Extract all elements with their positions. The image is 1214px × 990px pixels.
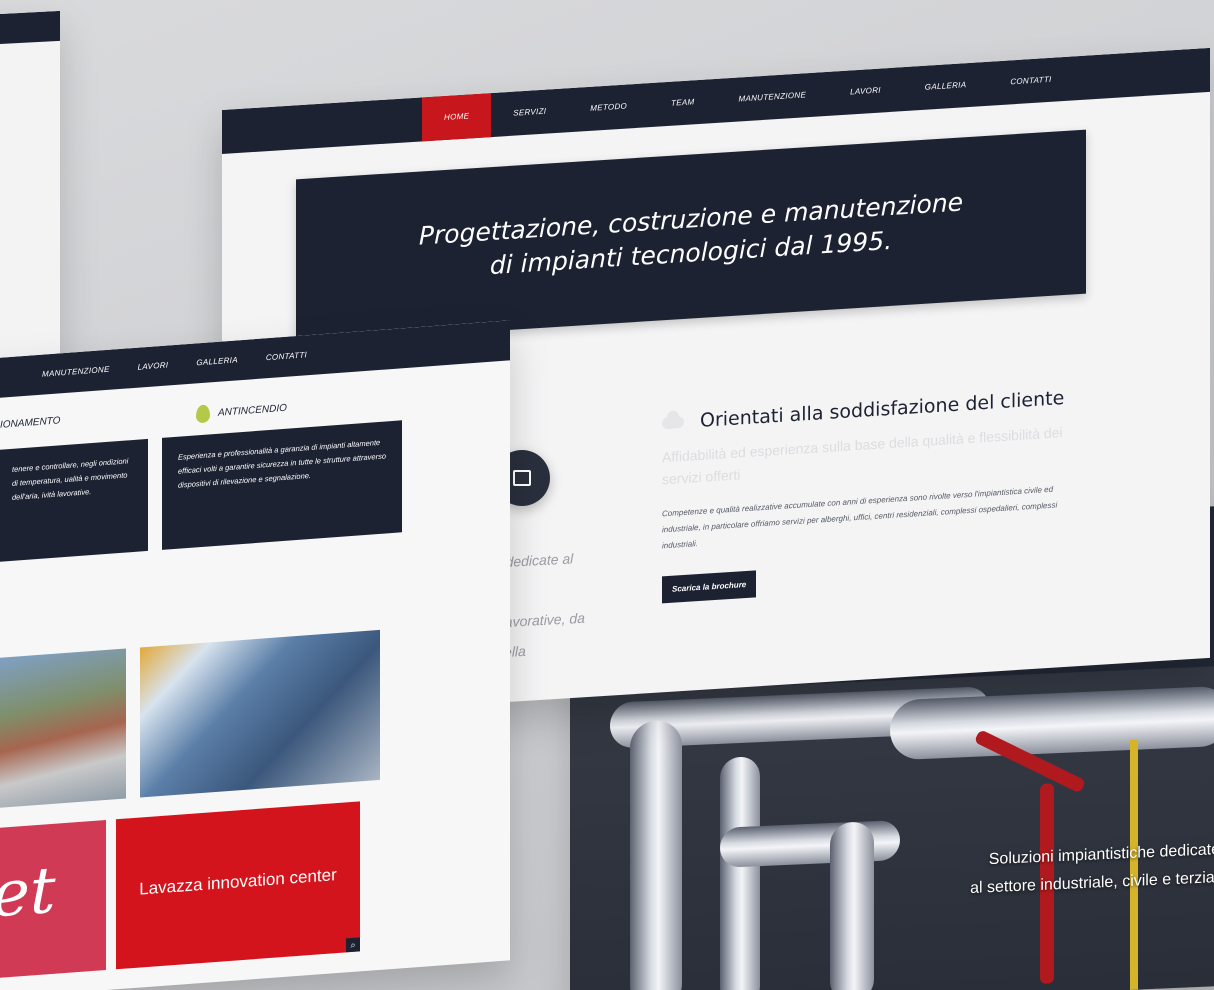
nav-home[interactable]: HOME (422, 93, 492, 142)
front-nav-lavori[interactable]: LAVORI (124, 344, 183, 388)
feature-subtitle: Affidabilità ed esperienza sulla base de… (662, 424, 1063, 488)
gallery-tile-glass-building[interactable] (140, 629, 380, 798)
pipe-vertical-middle (720, 756, 760, 990)
gallery-tile-aerial[interactable] (0, 648, 126, 809)
service-right-card: Esperienza e professionalità a garanzia … (162, 420, 402, 550)
lavazza-caption: Lavazza innovation center (139, 865, 337, 899)
edge-navbar (0, 10, 60, 48)
nav-servizi[interactable]: SERVIZI (491, 88, 568, 137)
feature-block: Orientati alla soddisfazione del cliente… (662, 386, 1082, 604)
front-nav-galleria[interactable]: GALLERIA (182, 339, 252, 384)
nav-lavori[interactable]: LAVORI (828, 67, 903, 116)
zoom-icon[interactable]: ⌕ (346, 937, 360, 953)
nav-contatti[interactable]: CONTATTI (988, 56, 1073, 105)
front-nav-manutenzione[interactable]: MANUTENZIONE (28, 349, 124, 396)
front-site-panel: MANUTENZIONE LAVORI GALLERIA CONTATTI IO… (0, 320, 510, 990)
service-left-card: tenere e controllare, negli ondizioni di… (0, 438, 148, 563)
nav-galleria[interactable]: GALLERIA (903, 62, 989, 111)
download-brochure-button[interactable]: Scarica la brochure (662, 570, 757, 604)
feature-body: Competenze e qualità realizzative accumu… (662, 484, 1058, 551)
nav-team[interactable]: TEAM (649, 79, 716, 127)
service-right-title: ANTINCENDIO (218, 402, 287, 419)
gallery-tile-lavazza[interactable]: Lavazza innovation center ⌕ (116, 801, 360, 970)
service-left-title: IONAMENTO (0, 415, 61, 431)
pipe-vertical-right (830, 821, 874, 990)
service-left-text: tenere e controllare, negli ondizioni di… (12, 456, 129, 502)
front-nav-contatti[interactable]: CONTATTI (252, 334, 321, 379)
pipe-vertical-left (630, 719, 682, 990)
sign-lettering: et (0, 853, 56, 933)
nav-manutenzione[interactable]: MANUTENZIONE (716, 72, 828, 123)
cloud-icon (662, 415, 684, 430)
service-right-heading: ANTINCENDIO (196, 399, 287, 424)
hero-banner: Progettazione, costruzione e manutenzion… (296, 129, 1086, 344)
leaf-icon (196, 404, 210, 424)
service-left-heading: IONAMENTO (0, 415, 60, 430)
nav-metodo[interactable]: METODO (568, 83, 649, 132)
service-right-text: Esperienza e professionalità a garanzia … (178, 437, 387, 490)
gallery-tile-sign[interactable]: et (0, 820, 106, 979)
photo-caption: Soluzioni impiantistiche dedicate al set… (970, 836, 1214, 903)
